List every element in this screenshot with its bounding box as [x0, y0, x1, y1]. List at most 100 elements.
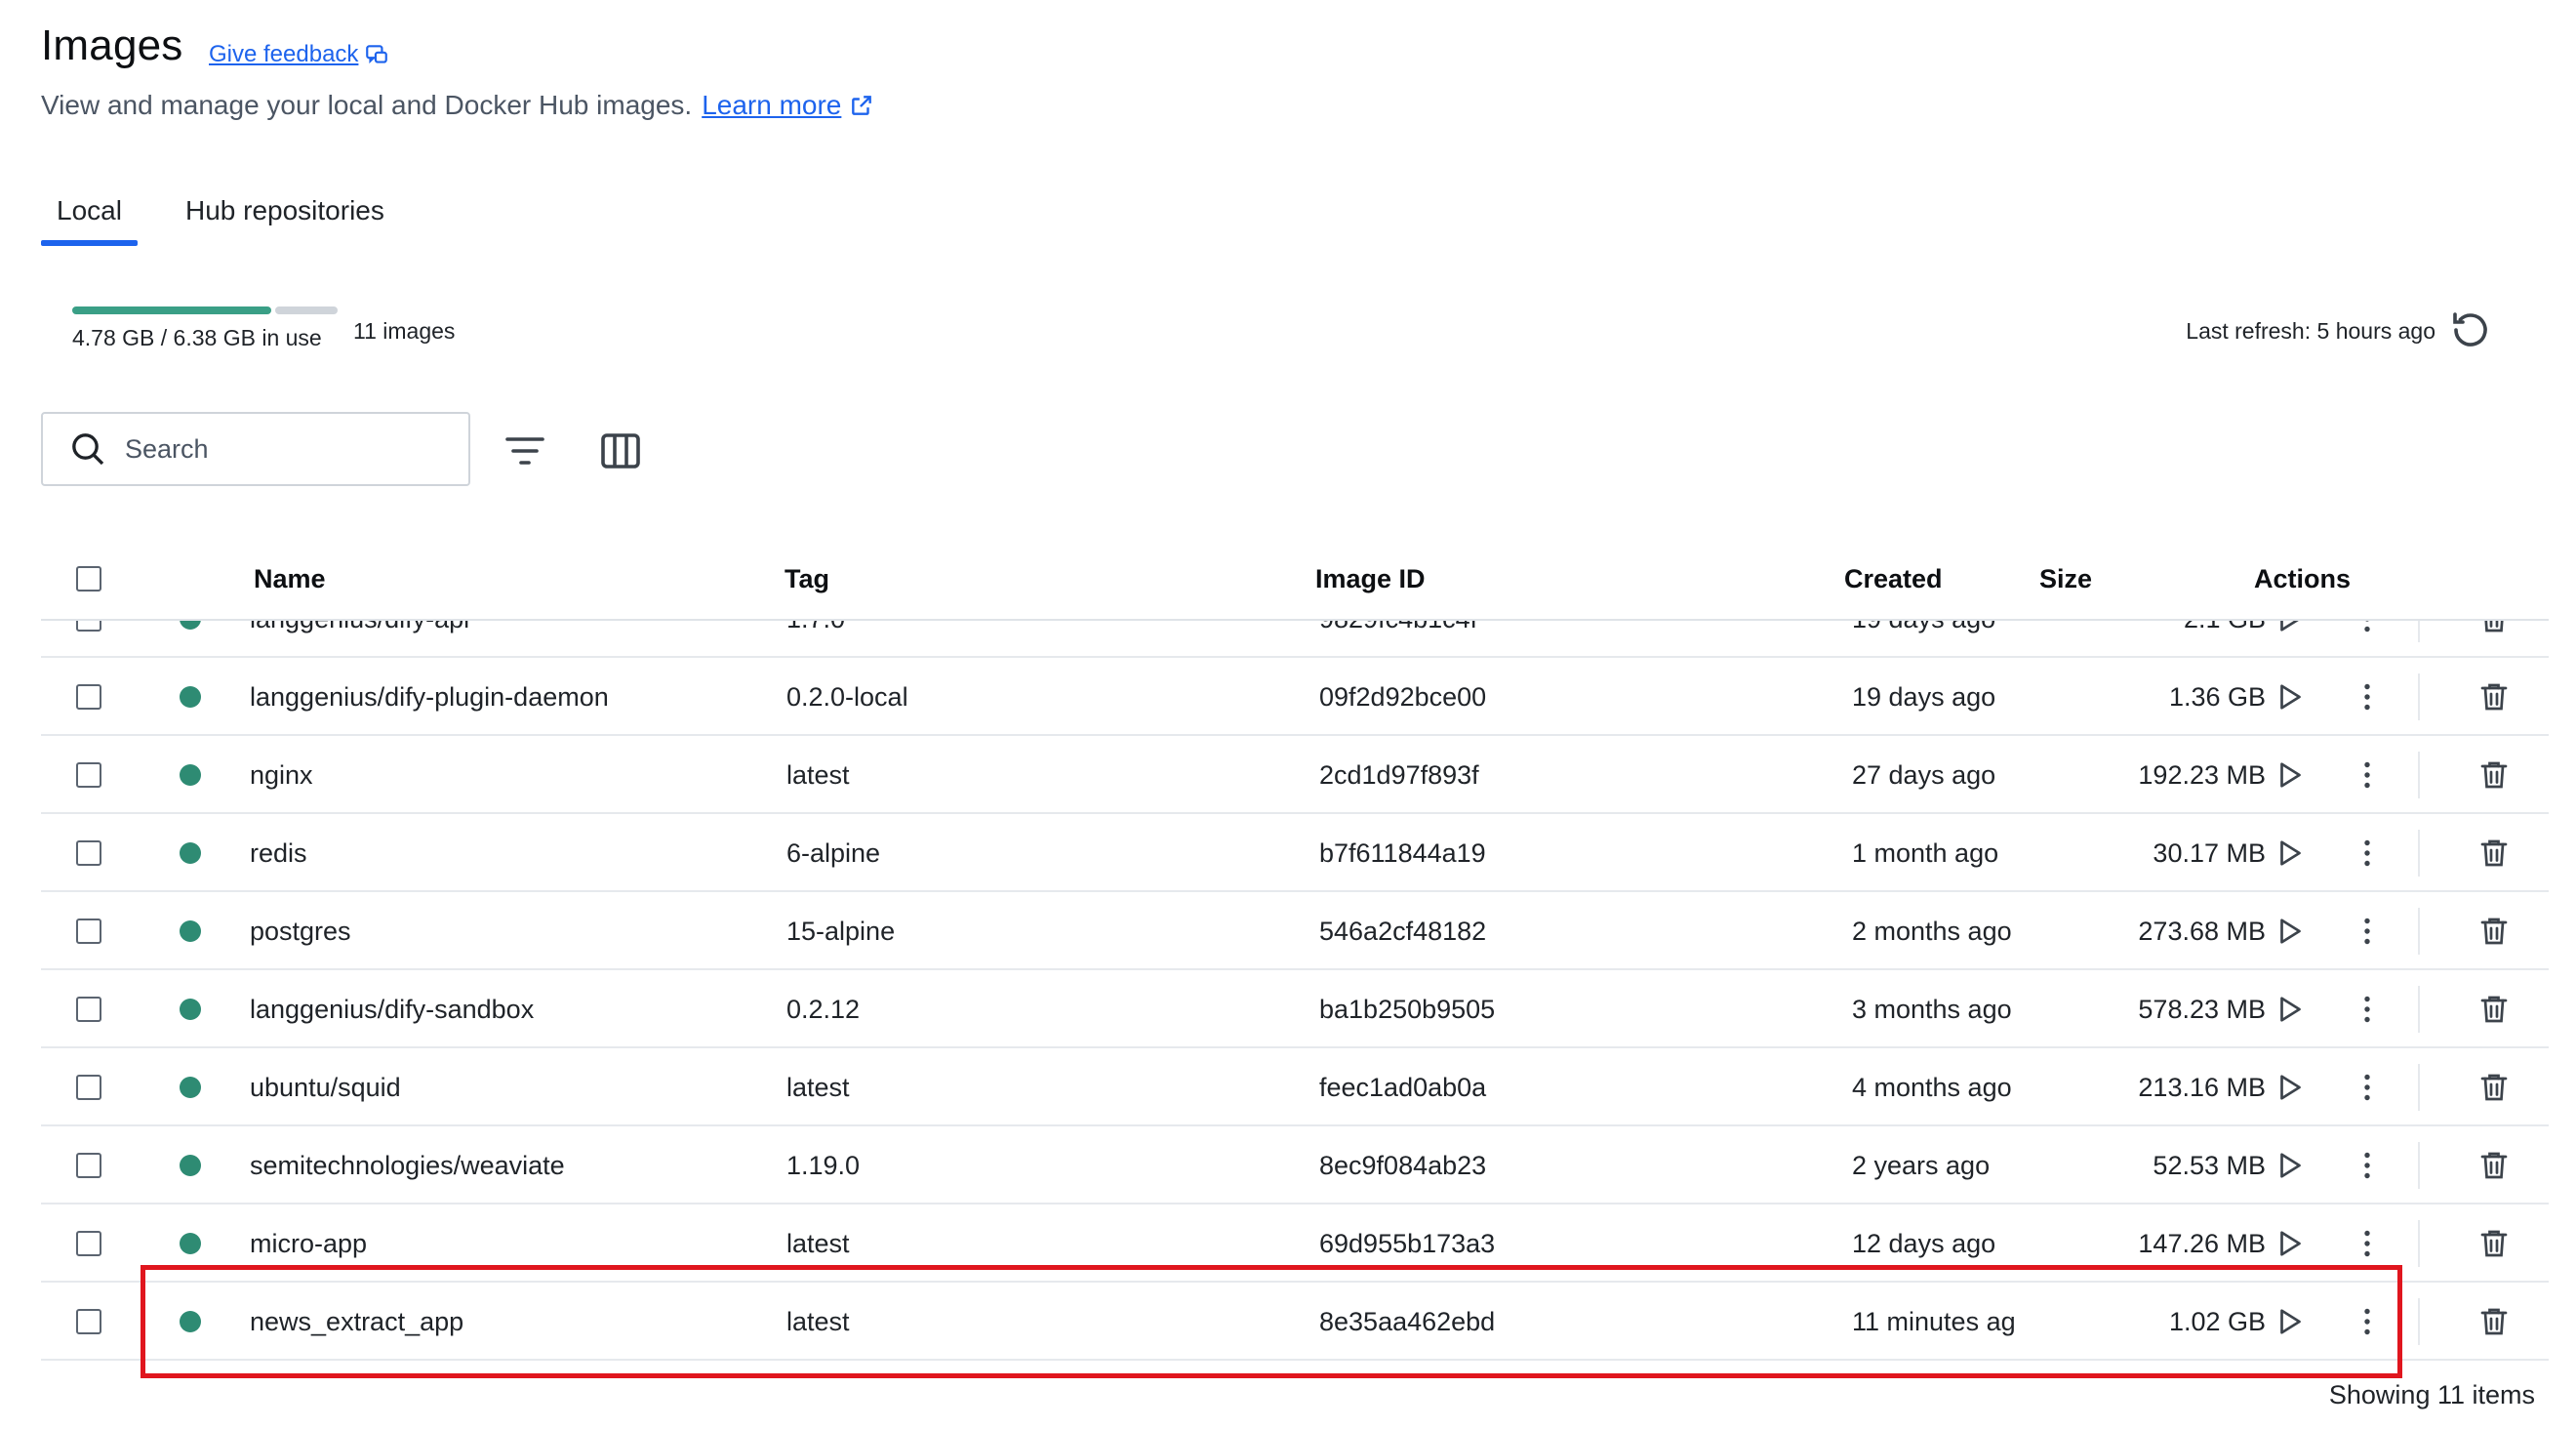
tab-hub-label: Hub repositories — [185, 195, 384, 225]
give-feedback-link[interactable]: Give feedback — [209, 41, 389, 68]
more-vertical-icon[interactable] — [2350, 1226, 2385, 1261]
trash-icon[interactable] — [2476, 992, 2512, 1027]
search-input[interactable] — [125, 433, 437, 465]
trash-icon[interactable] — [2476, 836, 2512, 871]
column-header-name[interactable]: Name — [254, 539, 326, 619]
image-id: b7f611844a19 — [1319, 837, 1486, 868]
actions-divider — [2418, 1142, 2420, 1189]
play-icon[interactable] — [2272, 1148, 2307, 1183]
more-vertical-icon[interactable] — [2350, 1070, 2385, 1105]
status-dot — [180, 1077, 201, 1098]
trash-icon[interactable] — [2476, 914, 2512, 949]
trash-icon[interactable] — [2476, 1070, 2512, 1105]
table-row[interactable]: redis 6-alpine b7f611844a19 1 month ago … — [41, 814, 2549, 892]
column-header-tag[interactable]: Tag — [785, 539, 829, 619]
more-vertical-icon[interactable] — [2350, 621, 2385, 636]
play-icon[interactable] — [2272, 621, 2307, 636]
trash-icon[interactable] — [2476, 679, 2512, 714]
image-name[interactable]: micro-app — [250, 1204, 367, 1283]
table-row[interactable]: ubuntu/squid latest feec1ad0ab0a 4 month… — [41, 1048, 2549, 1126]
search-box[interactable] — [41, 412, 470, 486]
image-tag: latest — [786, 1306, 850, 1336]
row-checkbox[interactable] — [76, 1075, 101, 1100]
table-row[interactable]: postgres 15-alpine 546a2cf48182 2 months… — [41, 892, 2549, 970]
delete-cell — [2476, 658, 2512, 736]
image-tag: 0.2.0-local — [786, 681, 908, 712]
image-name[interactable]: redis — [250, 814, 307, 892]
more-vertical-icon[interactable] — [2350, 757, 2385, 793]
row-checkbox[interactable] — [76, 1153, 101, 1178]
play-icon[interactable] — [2272, 679, 2307, 714]
columns-icon[interactable] — [597, 428, 644, 474]
row-select-cell — [76, 1126, 101, 1204]
column-header-image-id[interactable]: Image ID — [1315, 539, 1426, 619]
play-icon[interactable] — [2272, 1226, 2307, 1261]
image-created: 11 minutes ag — [1852, 1306, 2016, 1336]
table-row[interactable]: langgenius/dify-plugin-daemon 0.2.0-loca… — [41, 658, 2549, 736]
status-cell — [180, 1126, 201, 1204]
tab-local[interactable]: Local — [41, 195, 138, 246]
refresh-icon[interactable] — [2447, 306, 2494, 353]
trash-icon[interactable] — [2476, 1304, 2512, 1339]
tab-hub-repositories[interactable]: Hub repositories — [170, 195, 400, 246]
page-title: Images — [41, 21, 183, 69]
image-name[interactable]: langgenius/dify-api — [250, 621, 469, 658]
table-row[interactable]: news_extract_app latest 8e35aa462ebd 11 … — [41, 1283, 2549, 1361]
column-header-size[interactable]: Size — [2039, 539, 2092, 619]
row-checkbox[interactable] — [76, 621, 101, 632]
table-row[interactable]: langgenius/dify-sandbox 0.2.12 ba1b250b9… — [41, 970, 2549, 1048]
table-row[interactable]: semitechnologies/weaviate 1.19.0 8ec9f08… — [41, 1126, 2549, 1204]
play-icon[interactable] — [2272, 836, 2307, 871]
table-row[interactable]: micro-app latest 69d955b173a3 12 days ag… — [41, 1204, 2549, 1283]
actions-divider — [2418, 830, 2420, 877]
select-all-checkbox[interactable] — [76, 566, 101, 592]
image-name[interactable]: langgenius/dify-plugin-daemon — [250, 658, 609, 736]
row-checkbox[interactable] — [76, 997, 101, 1022]
table-row[interactable]: nginx latest 2cd1d97f893f 27 days ago 19… — [41, 736, 2549, 814]
play-icon[interactable] — [2272, 1304, 2307, 1339]
delete-cell — [2476, 892, 2512, 970]
play-icon[interactable] — [2272, 992, 2307, 1027]
play-icon[interactable] — [2272, 914, 2307, 949]
row-select-cell — [76, 736, 101, 814]
row-checkbox[interactable] — [76, 919, 101, 944]
status-dot — [180, 920, 201, 942]
image-name[interactable]: langgenius/dify-sandbox — [250, 970, 534, 1048]
status-cell — [180, 621, 201, 658]
image-name[interactable]: news_extract_app — [250, 1283, 463, 1361]
image-size: 30.17 MB — [2153, 837, 2266, 868]
more-cell — [2350, 1126, 2385, 1204]
row-checkbox[interactable] — [76, 1231, 101, 1256]
play-icon[interactable] — [2272, 757, 2307, 793]
more-vertical-icon[interactable] — [2350, 914, 2385, 949]
filter-icon[interactable] — [502, 428, 548, 474]
trash-icon[interactable] — [2476, 1148, 2512, 1183]
more-cell — [2350, 1283, 2385, 1361]
table-row[interactable]: langgenius/dify-api 1.7.0 9829fc4b1c4f 1… — [41, 621, 2549, 658]
image-name[interactable]: ubuntu/squid — [250, 1048, 401, 1126]
more-vertical-icon[interactable] — [2350, 836, 2385, 871]
play-icon[interactable] — [2272, 1070, 2307, 1105]
more-vertical-icon[interactable] — [2350, 679, 2385, 714]
row-checkbox[interactable] — [76, 840, 101, 866]
status-cell — [180, 1048, 201, 1126]
more-cell — [2350, 970, 2385, 1048]
row-checkbox[interactable] — [76, 762, 101, 788]
more-vertical-icon[interactable] — [2350, 1304, 2385, 1339]
image-name[interactable]: postgres — [250, 892, 351, 970]
trash-icon[interactable] — [2476, 757, 2512, 793]
learn-more-link[interactable]: Learn more — [702, 90, 874, 121]
more-vertical-icon[interactable] — [2350, 1148, 2385, 1183]
column-header-created[interactable]: Created — [1844, 539, 1943, 619]
more-vertical-icon[interactable] — [2350, 992, 2385, 1027]
status-dot — [180, 1155, 201, 1176]
delete-cell — [2476, 1048, 2512, 1126]
image-tag: 15-alpine — [786, 916, 896, 946]
row-checkbox[interactable] — [76, 1309, 101, 1334]
trash-icon[interactable] — [2476, 1226, 2512, 1261]
image-name[interactable]: nginx — [250, 736, 313, 814]
trash-icon[interactable] — [2476, 621, 2512, 636]
row-checkbox[interactable] — [76, 684, 101, 710]
image-name[interactable]: semitechnologies/weaviate — [250, 1126, 565, 1204]
active-tab-indicator — [41, 240, 138, 246]
